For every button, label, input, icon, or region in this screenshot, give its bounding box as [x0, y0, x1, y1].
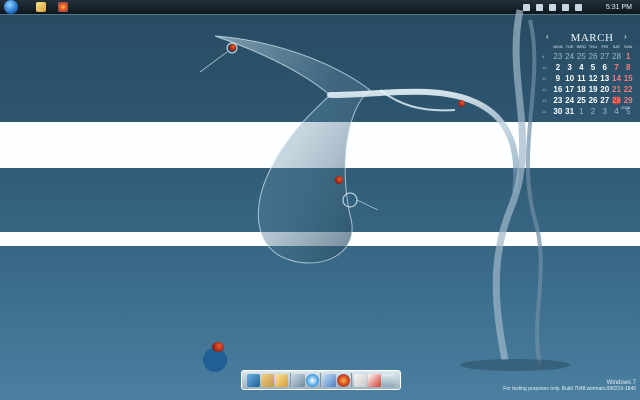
- weekday-label: MON: [553, 44, 563, 49]
- calendar-header: ‹ MARCH ›: [546, 30, 634, 44]
- day-cell[interactable]: 7: [611, 63, 623, 72]
- day-cell[interactable]: 18: [575, 85, 587, 94]
- week-number: 13: [542, 98, 547, 103]
- day-cell[interactable]: 24: [564, 96, 576, 105]
- day-cell[interactable]: 16: [552, 85, 564, 94]
- ladybug-icon: [458, 100, 465, 107]
- watermark-build: For testing purposes only. Build 7048.wi…: [503, 386, 636, 392]
- ladybug-icon: [229, 44, 236, 51]
- documents-icon[interactable]: [275, 373, 289, 387]
- day-cell[interactable]: 19: [587, 85, 599, 94]
- day-cell[interactable]: 14: [611, 74, 623, 83]
- weekday-label: SUN: [623, 44, 633, 49]
- day-cell[interactable]: 21: [611, 85, 623, 94]
- firefox-icon[interactable]: [337, 373, 351, 387]
- calendar-weekdays: MON TUE WED THU FRI SAT SUN: [552, 44, 634, 50]
- day-cell[interactable]: 25: [575, 96, 587, 105]
- day-cell[interactable]: 31: [564, 107, 576, 116]
- day-cell[interactable]: 1: [622, 52, 634, 61]
- day-cell[interactable]: 22: [622, 85, 634, 94]
- day-cell[interactable]: 2: [552, 63, 564, 72]
- week-number: 14: [542, 109, 547, 114]
- dock-separator: [320, 373, 322, 387]
- day-cell[interactable]: 26: [587, 96, 599, 105]
- day-cell[interactable]: 27: [599, 52, 611, 61]
- media-player-icon[interactable]: [306, 373, 320, 387]
- dock-bar: [241, 370, 401, 390]
- week-number: 9: [542, 54, 545, 59]
- day-cell[interactable]: 12: [587, 74, 599, 83]
- day-cell[interactable]: 1: [575, 107, 587, 116]
- day-cell[interactable]: 20: [599, 85, 611, 94]
- day-cell[interactable]: 3: [599, 107, 611, 116]
- os-watermark: Windows 7 For testing purposes only. Bui…: [503, 380, 636, 392]
- day-cell-today[interactable]: 28: [610, 96, 623, 105]
- day-cell[interactable]: 5: [587, 63, 599, 72]
- calendar-month: MARCH: [570, 32, 614, 44]
- calendar-week: 11 9 10 11 12 13 14 15: [542, 73, 634, 84]
- chevron-left-icon[interactable]: ‹: [546, 32, 549, 41]
- calendar-week: 9 23 24 25 26 27 28 1: [542, 51, 634, 62]
- network-icon[interactable]: [322, 373, 336, 387]
- ladybug-icon: [212, 342, 224, 352]
- pictures-icon[interactable]: [291, 373, 305, 387]
- day-cell[interactable]: 11: [575, 74, 587, 83]
- day-cell[interactable]: 23: [552, 96, 564, 105]
- calendar-year: 2009: [621, 105, 630, 110]
- recycle-bin-icon[interactable]: [382, 373, 396, 387]
- monitor-icon[interactable]: [246, 373, 260, 387]
- chevron-right-icon[interactable]: ›: [624, 32, 627, 41]
- day-cell[interactable]: 23: [552, 52, 564, 61]
- day-cell[interactable]: 25: [575, 52, 587, 61]
- day-cell[interactable]: 28: [611, 52, 623, 61]
- calendar-gadget[interactable]: ‹ MARCH › MON TUE WED THU FRI SAT SUN 9 …: [542, 30, 634, 122]
- day-cell[interactable]: 9: [552, 74, 564, 83]
- weekday-label: FRI: [601, 44, 608, 49]
- calendar-week: 10 2 3 4 5 6 7 8: [542, 62, 634, 73]
- day-cell[interactable]: 24: [564, 52, 576, 61]
- weekday-label: SAT: [612, 44, 621, 49]
- day-cell[interactable]: 2: [587, 107, 599, 116]
- day-cell[interactable]: 13: [599, 74, 611, 83]
- weekday-label: TUE: [565, 44, 574, 49]
- dock-separator: [351, 373, 353, 387]
- week-number: 11: [542, 76, 547, 81]
- day-cell[interactable]: 17: [564, 85, 576, 94]
- day-cell[interactable]: 10: [564, 74, 576, 83]
- calendar-icon[interactable]: [367, 373, 381, 387]
- dock-separator: [289, 373, 291, 387]
- week-number: 12: [542, 87, 547, 92]
- day-cell[interactable]: 8: [622, 63, 634, 72]
- day-cell[interactable]: 4: [575, 63, 587, 72]
- day-cell[interactable]: 15: [622, 74, 634, 83]
- weekday-label: THU: [588, 44, 598, 49]
- folder-icon[interactable]: [260, 373, 274, 387]
- weekday-label: WED: [576, 44, 586, 49]
- day-cell[interactable]: 30: [552, 107, 564, 116]
- notepad-icon[interactable]: [353, 373, 367, 387]
- week-number: 10: [542, 65, 547, 70]
- day-cell[interactable]: 27: [599, 96, 611, 105]
- ladybug-icon: [335, 176, 343, 184]
- day-cell[interactable]: 26: [587, 52, 599, 61]
- calendar-week: 12 16 17 18 19 20 21 22: [542, 84, 634, 95]
- day-cell[interactable]: 29: [622, 96, 634, 105]
- wallpaper-water-drop: [199, 9, 570, 372]
- day-cell[interactable]: 3: [564, 63, 576, 72]
- day-cell[interactable]: 6: [599, 63, 611, 72]
